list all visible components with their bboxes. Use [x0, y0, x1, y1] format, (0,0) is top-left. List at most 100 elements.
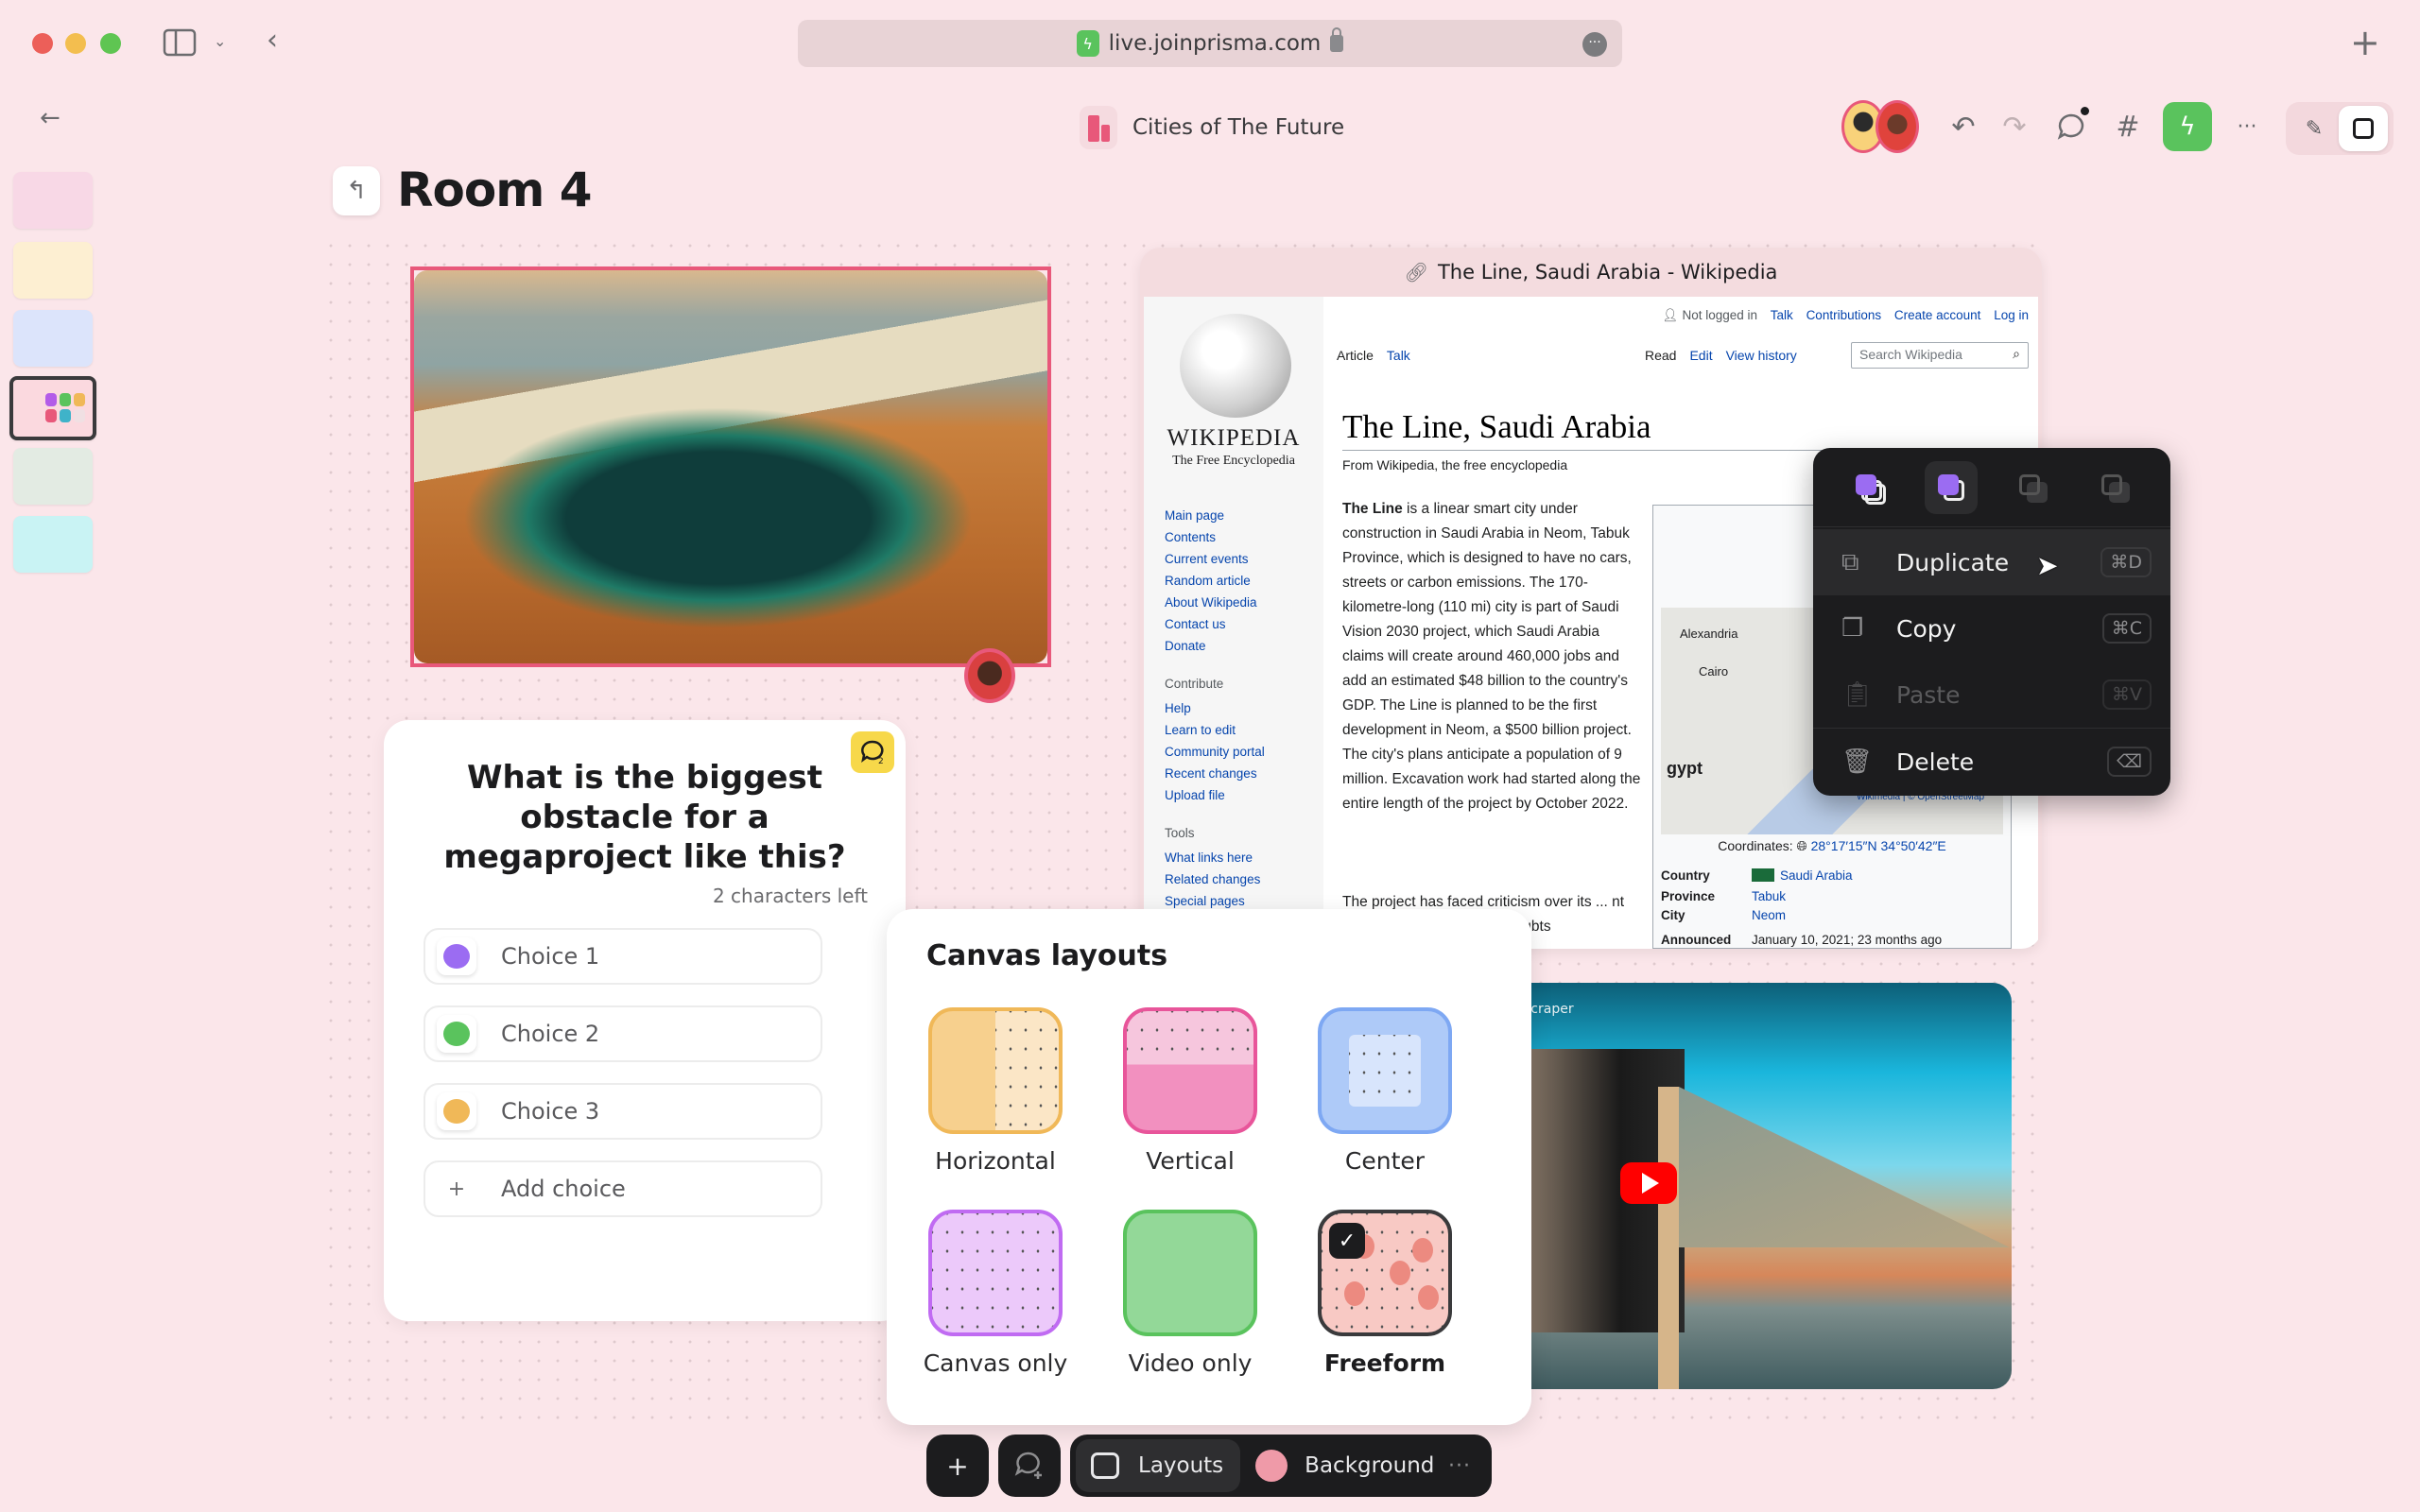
poll-card[interactable]: What is the biggest obstacle for a megap…	[384, 720, 906, 1321]
layout-option-vertical[interactable]: Vertical	[1102, 1007, 1278, 1175]
collaborator-avatars[interactable]	[1841, 100, 1919, 153]
infobox-value-link[interactable]: Saudi Arabia	[1780, 868, 1853, 883]
login-link[interactable]: Log in	[1994, 308, 2029, 322]
room-thumbnail-1[interactable]	[13, 172, 93, 229]
nav-link[interactable]: Help	[1165, 697, 1265, 719]
talk-link[interactable]: Talk	[1771, 308, 1793, 322]
sidebar-toggle-icon[interactable]	[163, 28, 197, 62]
youtube-video-card[interactable]: scraper	[1524, 983, 2012, 1389]
window-zoom-button[interactable]	[100, 33, 121, 54]
pencil-icon[interactable]: ✎	[2290, 106, 2339, 151]
embed-card-header[interactable]: 🔗︎ The Line, Saudi Arabia - Wikipedia	[1140, 248, 2042, 297]
infobox-value-link[interactable]: Tabuk	[1752, 889, 1786, 903]
nav-link[interactable]: Random article	[1165, 570, 1257, 592]
send-to-back-button[interactable]	[2088, 461, 2141, 514]
search-icon[interactable]: ⌕	[2013, 346, 2020, 362]
layout-option-freeform[interactable]: ✓ Freeform	[1297, 1210, 1473, 1377]
menu-item-paste[interactable]: 📋︎ Paste ⌘V	[1813, 662, 2170, 728]
comment-icon[interactable]	[2049, 105, 2093, 148]
room-thumbnail-2[interactable]	[13, 242, 93, 299]
choice-label[interactable]: Choice 2	[501, 1021, 599, 1047]
nav-link[interactable]: Current events	[1165, 548, 1257, 570]
choice-label[interactable]: Choice 3	[501, 1098, 599, 1125]
youtube-play-button[interactable]	[1620, 1162, 1677, 1204]
nav-link[interactable]: Contents	[1165, 526, 1257, 548]
nav-link[interactable]: Recent changes	[1165, 763, 1265, 784]
back-icon[interactable]: ‹	[267, 26, 278, 55]
exit-arrow-icon[interactable]: ←	[40, 106, 60, 130]
menu-item-duplicate[interactable]: ⧉ Duplicate ⌘D	[1813, 529, 2170, 595]
poll-choice-1[interactable]: Choice 1	[424, 928, 822, 985]
nav-link[interactable]: Learn to edit	[1165, 719, 1265, 741]
tab-view-history[interactable]: View history	[1726, 348, 1797, 363]
nav-link[interactable]: What links here	[1165, 847, 1260, 868]
room-title[interactable]: Room 4	[397, 163, 592, 217]
bolt-icon[interactable]: ϟ	[2163, 102, 2212, 151]
tab-edit[interactable]: Edit	[1689, 348, 1712, 363]
add-button[interactable]: +	[926, 1435, 989, 1497]
wikipedia-search-input[interactable]: Search Wikipedia ⌕	[1851, 342, 2029, 369]
tab-article[interactable]: Article	[1337, 348, 1374, 363]
room-thumbnail-6[interactable]	[13, 516, 93, 573]
redo-icon[interactable]: ↷	[1993, 105, 2036, 148]
bring-forward-button[interactable]	[1924, 460, 1978, 514]
room-back-button[interactable]: ↰	[333, 166, 380, 215]
more-icon[interactable]: ···	[2225, 105, 2269, 148]
poll-choice-3[interactable]: Choice 3	[424, 1083, 822, 1140]
more-icon[interactable]: ···	[1582, 32, 1607, 57]
undo-icon[interactable]: ↶	[1942, 105, 1985, 148]
nav-link[interactable]: Contact us	[1165, 613, 1257, 635]
nav-link[interactable]: Main page	[1165, 505, 1257, 526]
wikipedia-globe-logo[interactable]	[1180, 314, 1291, 418]
add-comment-button[interactable]	[998, 1435, 1061, 1497]
wikipedia-wordmark: WIKIPEDIA	[1167, 425, 1301, 451]
nav-link[interactable]: Upload file	[1165, 784, 1265, 806]
present-mode-button[interactable]	[2339, 106, 2388, 151]
address-bar[interactable]: ϟ live.joinprisma.com ···	[798, 20, 1622, 67]
window-close-button[interactable]	[32, 33, 53, 54]
bring-to-front-button[interactable]	[1842, 461, 1895, 514]
nav-link[interactable]: Related changes	[1165, 868, 1260, 890]
image-card-selected[interactable]	[410, 266, 1051, 667]
tab-talk[interactable]: Talk	[1387, 348, 1410, 363]
infobox-value-link[interactable]: Neom	[1752, 908, 1786, 922]
wikipedia-nav: Main page Contents Current events Random…	[1165, 505, 1257, 657]
coordinates: Coordinates: 🌐︎ 28°17′15″N 34°50′42″E	[1653, 838, 2011, 854]
choice-color-button[interactable]	[437, 937, 476, 975]
background-button[interactable]: Background	[1255, 1450, 1434, 1482]
layout-option-horizontal[interactable]: Horizontal	[908, 1007, 1083, 1175]
room-thumbnail-4[interactable]	[9, 376, 96, 440]
avatar[interactable]	[1876, 100, 1919, 153]
nav-link[interactable]: Donate	[1165, 635, 1257, 657]
menu-item-copy[interactable]: ❐ Copy ⌘C	[1813, 595, 2170, 662]
globe-icon[interactable]: 🌐︎	[1797, 838, 1807, 853]
hashtag-icon[interactable]: #	[2106, 105, 2150, 148]
nav-link[interactable]: Community portal	[1165, 741, 1265, 763]
choice-color-button[interactable]	[437, 1092, 476, 1130]
document-title[interactable]: Cities of The Future	[1080, 106, 1344, 149]
add-choice-button[interactable]: + Add choice	[424, 1160, 822, 1217]
layout-option-canvas-only[interactable]: Canvas only	[908, 1210, 1083, 1377]
new-tab-button[interactable]: +	[2350, 25, 2380, 60]
nav-link[interactable]: About Wikipedia	[1165, 592, 1257, 613]
contributions-link[interactable]: Contributions	[1806, 308, 1882, 322]
menu-item-delete[interactable]: 🗑︎ Delete ⌫	[1813, 729, 2170, 795]
tab-read[interactable]: Read	[1645, 348, 1676, 363]
room-thumbnail-3[interactable]	[13, 310, 93, 367]
layout-option-video-only[interactable]: Video only	[1102, 1210, 1278, 1377]
more-options-button[interactable]: ···	[1448, 1454, 1471, 1478]
choice-color-button[interactable]	[437, 1015, 476, 1053]
create-account-link[interactable]: Create account	[1894, 308, 1981, 322]
send-backward-button[interactable]	[2006, 461, 2059, 514]
choice-label[interactable]: Choice 1	[501, 943, 599, 970]
context-menu: ⧉ Duplicate ⌘D ❐ Copy ⌘C 📋︎ Paste ⌘V 🗑︎ …	[1813, 448, 2170, 796]
layouts-button[interactable]: Layouts	[1076, 1439, 1241, 1492]
layout-option-center[interactable]: Center	[1297, 1007, 1473, 1175]
coordinates-link[interactable]: 28°17′15″N 34°50′42″E	[1811, 838, 1946, 853]
poll-comments-badge[interactable]: 2	[851, 731, 894, 773]
poll-choice-2[interactable]: Choice 2	[424, 1005, 822, 1062]
room-thumbnail-5[interactable]	[13, 448, 93, 505]
poll-question[interactable]: What is the biggest obstacle for a megap…	[412, 758, 877, 877]
window-minimize-button[interactable]	[65, 33, 86, 54]
chevron-down-icon[interactable]: ⌄	[214, 34, 226, 49]
